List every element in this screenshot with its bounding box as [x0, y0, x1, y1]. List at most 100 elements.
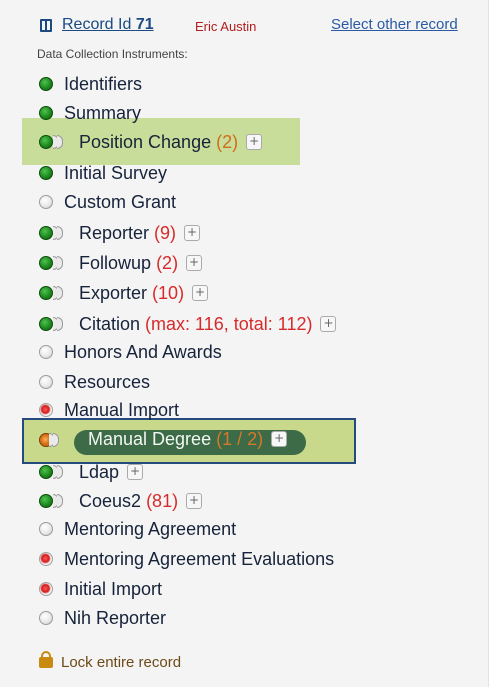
add-instance-plus-icon[interactable]: +	[320, 316, 337, 333]
instrument-count: (2)	[156, 253, 179, 273]
instrument-label[interactable]: Initial Import	[64, 579, 162, 600]
instrument-row[interactable]: Followup (2) +	[0, 251, 488, 277]
instrument-name: Nih Reporter	[64, 608, 167, 628]
instrument-name: Mentoring Agreement Evaluations	[64, 549, 335, 569]
status-circle-icon[interactable]	[39, 611, 53, 625]
instrument-label[interactable]: Exporter (10) +	[79, 283, 209, 304]
instrument-label[interactable]: Followup (2) +	[79, 253, 203, 274]
instrument-label[interactable]: Manual Import	[64, 400, 179, 421]
instrument-row[interactable]: Custom Grant	[0, 190, 488, 216]
add-instance-plus-icon[interactable]: +	[186, 255, 203, 272]
add-instance-plus-icon[interactable]: +	[192, 285, 209, 302]
status-circle-icon[interactable]	[39, 195, 53, 209]
instrument-name: Initial Survey	[64, 163, 168, 183]
instrument-row[interactable]: Citation (max: 116, total: 112) +	[0, 312, 488, 338]
instrument-name: Ldap	[79, 462, 120, 482]
status-circle-icon[interactable]	[39, 317, 53, 331]
instrument-row[interactable]: Coeus2 (81) +	[0, 489, 488, 515]
instrument-label[interactable]: Mentoring Agreement	[64, 519, 236, 540]
instrument-row[interactable]: Mentoring Agreement	[0, 517, 488, 543]
status-circle-icon[interactable]	[39, 375, 53, 389]
record-name: Eric Austin	[195, 19, 257, 34]
record-id-link[interactable]: Record Id 71	[62, 16, 154, 34]
instrument-name: Manual Degree	[88, 429, 212, 449]
instrument-name: Reporter	[79, 223, 150, 243]
status-circle-icon[interactable]	[39, 226, 53, 240]
lock-icon	[39, 651, 53, 668]
status-circle-icon[interactable]	[39, 106, 53, 120]
record-id-prefix: Record Id	[62, 16, 132, 33]
instruments-heading: Data Collection Instruments:	[37, 47, 188, 61]
instrument-label[interactable]: Position Change (2) +	[79, 132, 263, 153]
instrument-row[interactable]: Summary	[0, 101, 488, 127]
instrument-label[interactable]: Citation (max: 116, total: 112) +	[79, 314, 337, 335]
instrument-name: Citation	[79, 314, 141, 334]
repeat-stack-icon	[53, 465, 65, 480]
status-circle-icon[interactable]	[39, 582, 53, 596]
status-circle-icon[interactable]	[39, 286, 53, 300]
add-instance-plus-icon[interactable]: +	[127, 464, 144, 481]
instrument-row[interactable]: Exporter (10) +	[0, 281, 488, 307]
instrument-label[interactable]: Ldap +	[79, 462, 144, 483]
instrument-count: (1 / 2)	[216, 429, 264, 449]
status-circle-icon[interactable]	[39, 166, 53, 180]
instrument-row[interactable]: Manual Import	[0, 398, 488, 424]
status-circle-icon[interactable]	[39, 552, 53, 566]
instrument-row[interactable]: Resources	[0, 370, 488, 396]
status-circle-icon[interactable]	[39, 403, 53, 417]
status-circle-icon[interactable]	[39, 256, 53, 270]
add-instance-plus-icon[interactable]: +	[271, 431, 288, 448]
repeat-stack-icon	[53, 135, 65, 150]
instrument-label[interactable]: Mentoring Agreement Evaluations	[64, 549, 334, 570]
instrument-label[interactable]: Nih Reporter	[64, 608, 166, 629]
status-circle-icon[interactable]	[39, 77, 53, 91]
instrument-row[interactable]: Manual Degree (1 / 2) +	[0, 428, 488, 454]
instrument-name: Followup	[79, 253, 152, 273]
instrument-label[interactable]: Coeus2 (81) +	[79, 491, 203, 512]
instrument-label[interactable]: Initial Survey	[64, 163, 167, 184]
add-instance-plus-icon[interactable]: +	[246, 134, 263, 151]
instrument-name: Initial Import	[64, 579, 163, 599]
instrument-row[interactable]: Mentoring Agreement Evaluations	[0, 547, 488, 573]
select-other-record-link[interactable]: Select other record	[331, 16, 458, 33]
instrument-row[interactable]: Initial Import	[0, 577, 488, 603]
instrument-row[interactable]: Position Change (2) +	[0, 130, 488, 156]
instrument-name: Coeus2	[79, 491, 142, 511]
status-circle-icon[interactable]	[39, 465, 53, 479]
record-id-number: 71	[135, 16, 154, 33]
record-header: Record Id 71 Eric Austin Select other re…	[40, 16, 490, 40]
repeat-stack-icon	[53, 226, 65, 241]
instrument-label[interactable]: Resources	[64, 372, 150, 393]
add-instance-plus-icon[interactable]: +	[184, 225, 201, 242]
instrument-row[interactable]: Initial Survey	[0, 161, 488, 187]
instrument-name: Position Change	[79, 132, 212, 152]
status-circle-icon[interactable]	[39, 345, 53, 359]
instrument-count: (81)	[146, 491, 179, 511]
instrument-row[interactable]: Identifiers	[0, 72, 488, 98]
instrument-label[interactable]: Summary	[64, 103, 141, 124]
instrument-name: Identifiers	[64, 74, 143, 94]
instrument-label[interactable]: Manual Degree (1 / 2) +	[88, 429, 288, 450]
instrument-count: (9)	[154, 223, 177, 243]
instrument-count: (10)	[152, 283, 185, 303]
instrument-label[interactable]: Honors And Awards	[64, 342, 222, 363]
instrument-row[interactable]: Ldap +	[0, 460, 488, 486]
lock-record-label: Lock entire record	[61, 654, 182, 671]
instrument-label[interactable]: Custom Grant	[64, 192, 176, 213]
instrument-name: Resources	[64, 372, 151, 392]
instrument-label[interactable]: Identifiers	[64, 74, 142, 95]
status-circle-icon[interactable]	[39, 135, 53, 149]
instrument-name: Mentoring Agreement	[64, 519, 237, 539]
instrument-label[interactable]: Reporter (9) +	[79, 223, 201, 244]
instrument-row[interactable]: Nih Reporter	[0, 606, 488, 632]
repeat-stack-icon	[49, 433, 61, 448]
record-home-panel: Record Id 71 Eric Austin Select other re…	[0, 0, 489, 687]
add-instance-plus-icon[interactable]: +	[186, 493, 203, 510]
status-circle-icon[interactable]	[39, 494, 53, 508]
instrument-row[interactable]: Honors And Awards	[0, 340, 488, 366]
instrument-count: (max: 116, total: 112)	[145, 314, 313, 334]
instrument-row[interactable]: Reporter (9) +	[0, 221, 488, 247]
record-icon	[40, 19, 52, 32]
instrument-name: Honors And Awards	[64, 342, 222, 362]
status-circle-icon[interactable]	[39, 522, 53, 536]
